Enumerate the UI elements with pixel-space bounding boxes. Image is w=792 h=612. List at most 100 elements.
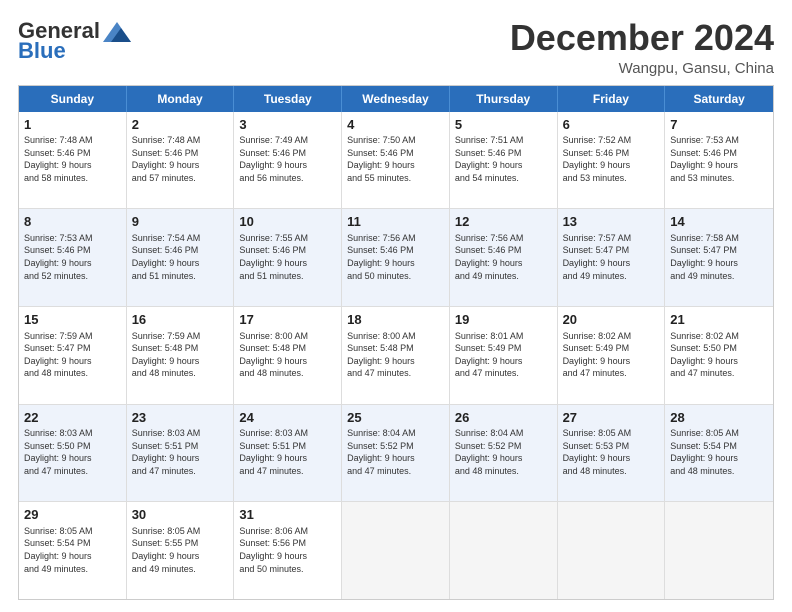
calendar-cell [342, 502, 450, 599]
cell-info: Sunrise: 8:03 AM Sunset: 5:51 PM Dayligh… [239, 427, 336, 477]
calendar-cell: 15Sunrise: 7:59 AM Sunset: 5:47 PM Dayli… [19, 307, 127, 404]
day-number: 10 [239, 213, 336, 231]
calendar-header: SundayMondayTuesdayWednesdayThursdayFrid… [19, 86, 773, 112]
location: Wangpu, Gansu, China [510, 60, 774, 77]
day-number: 26 [455, 409, 552, 427]
cell-info: Sunrise: 7:52 AM Sunset: 5:46 PM Dayligh… [563, 134, 660, 184]
calendar-cell: 30Sunrise: 8:05 AM Sunset: 5:55 PM Dayli… [127, 502, 235, 599]
calendar-cell: 10Sunrise: 7:55 AM Sunset: 5:46 PM Dayli… [234, 209, 342, 306]
logo-icon [103, 22, 131, 42]
cell-info: Sunrise: 8:06 AM Sunset: 5:56 PM Dayligh… [239, 525, 336, 575]
calendar-row: 22Sunrise: 8:03 AM Sunset: 5:50 PM Dayli… [19, 405, 773, 503]
calendar-cell: 5Sunrise: 7:51 AM Sunset: 5:46 PM Daylig… [450, 112, 558, 209]
calendar-cell: 28Sunrise: 8:05 AM Sunset: 5:54 PM Dayli… [665, 405, 773, 502]
cell-info: Sunrise: 7:55 AM Sunset: 5:46 PM Dayligh… [239, 232, 336, 282]
cell-info: Sunrise: 7:54 AM Sunset: 5:46 PM Dayligh… [132, 232, 229, 282]
day-number: 11 [347, 213, 444, 231]
logo: General Blue [18, 18, 131, 62]
calendar-cell: 11Sunrise: 7:56 AM Sunset: 5:46 PM Dayli… [342, 209, 450, 306]
calendar-body: 1Sunrise: 7:48 AM Sunset: 5:46 PM Daylig… [19, 112, 773, 599]
cell-info: Sunrise: 7:59 AM Sunset: 5:47 PM Dayligh… [24, 330, 121, 380]
cell-info: Sunrise: 8:02 AM Sunset: 5:49 PM Dayligh… [563, 330, 660, 380]
day-number: 2 [132, 116, 229, 134]
cell-info: Sunrise: 7:48 AM Sunset: 5:46 PM Dayligh… [132, 134, 229, 184]
day-number: 14 [670, 213, 768, 231]
calendar-cell: 12Sunrise: 7:56 AM Sunset: 5:46 PM Dayli… [450, 209, 558, 306]
cell-info: Sunrise: 7:49 AM Sunset: 5:46 PM Dayligh… [239, 134, 336, 184]
weekday-header: Sunday [19, 86, 127, 112]
calendar-cell: 2Sunrise: 7:48 AM Sunset: 5:46 PM Daylig… [127, 112, 235, 209]
calendar-page: General Blue December 2024 Wangpu, Gansu… [0, 0, 792, 612]
calendar-cell: 19Sunrise: 8:01 AM Sunset: 5:49 PM Dayli… [450, 307, 558, 404]
calendar-cell: 3Sunrise: 7:49 AM Sunset: 5:46 PM Daylig… [234, 112, 342, 209]
calendar-row: 29Sunrise: 8:05 AM Sunset: 5:54 PM Dayli… [19, 502, 773, 599]
cell-info: Sunrise: 8:03 AM Sunset: 5:51 PM Dayligh… [132, 427, 229, 477]
cell-info: Sunrise: 8:02 AM Sunset: 5:50 PM Dayligh… [670, 330, 768, 380]
calendar-cell: 21Sunrise: 8:02 AM Sunset: 5:50 PM Dayli… [665, 307, 773, 404]
weekday-header: Monday [127, 86, 235, 112]
cell-info: Sunrise: 8:05 AM Sunset: 5:55 PM Dayligh… [132, 525, 229, 575]
day-number: 7 [670, 116, 768, 134]
day-number: 27 [563, 409, 660, 427]
day-number: 1 [24, 116, 121, 134]
cell-info: Sunrise: 7:48 AM Sunset: 5:46 PM Dayligh… [24, 134, 121, 184]
cell-info: Sunrise: 8:04 AM Sunset: 5:52 PM Dayligh… [455, 427, 552, 477]
day-number: 28 [670, 409, 768, 427]
day-number: 20 [563, 311, 660, 329]
cell-info: Sunrise: 7:50 AM Sunset: 5:46 PM Dayligh… [347, 134, 444, 184]
calendar-cell: 24Sunrise: 8:03 AM Sunset: 5:51 PM Dayli… [234, 405, 342, 502]
cell-info: Sunrise: 7:56 AM Sunset: 5:46 PM Dayligh… [347, 232, 444, 282]
calendar-cell: 8Sunrise: 7:53 AM Sunset: 5:46 PM Daylig… [19, 209, 127, 306]
calendar-cell: 26Sunrise: 8:04 AM Sunset: 5:52 PM Dayli… [450, 405, 558, 502]
day-number: 29 [24, 506, 121, 524]
calendar-cell: 20Sunrise: 8:02 AM Sunset: 5:49 PM Dayli… [558, 307, 666, 404]
calendar-cell: 4Sunrise: 7:50 AM Sunset: 5:46 PM Daylig… [342, 112, 450, 209]
day-number: 12 [455, 213, 552, 231]
cell-info: Sunrise: 7:51 AM Sunset: 5:46 PM Dayligh… [455, 134, 552, 184]
day-number: 15 [24, 311, 121, 329]
calendar-cell [450, 502, 558, 599]
calendar-cell [558, 502, 666, 599]
cell-info: Sunrise: 7:57 AM Sunset: 5:47 PM Dayligh… [563, 232, 660, 282]
calendar-cell: 18Sunrise: 8:00 AM Sunset: 5:48 PM Dayli… [342, 307, 450, 404]
calendar: SundayMondayTuesdayWednesdayThursdayFrid… [18, 85, 774, 600]
cell-info: Sunrise: 7:58 AM Sunset: 5:47 PM Dayligh… [670, 232, 768, 282]
calendar-cell [665, 502, 773, 599]
day-number: 31 [239, 506, 336, 524]
day-number: 23 [132, 409, 229, 427]
cell-info: Sunrise: 7:56 AM Sunset: 5:46 PM Dayligh… [455, 232, 552, 282]
day-number: 9 [132, 213, 229, 231]
day-number: 17 [239, 311, 336, 329]
cell-info: Sunrise: 8:03 AM Sunset: 5:50 PM Dayligh… [24, 427, 121, 477]
calendar-cell: 1Sunrise: 7:48 AM Sunset: 5:46 PM Daylig… [19, 112, 127, 209]
day-number: 16 [132, 311, 229, 329]
day-number: 13 [563, 213, 660, 231]
calendar-row: 8Sunrise: 7:53 AM Sunset: 5:46 PM Daylig… [19, 209, 773, 307]
calendar-cell: 17Sunrise: 8:00 AM Sunset: 5:48 PM Dayli… [234, 307, 342, 404]
cell-info: Sunrise: 8:05 AM Sunset: 5:54 PM Dayligh… [24, 525, 121, 575]
day-number: 18 [347, 311, 444, 329]
month-title: December 2024 [510, 18, 774, 58]
calendar-cell: 9Sunrise: 7:54 AM Sunset: 5:46 PM Daylig… [127, 209, 235, 306]
calendar-cell: 16Sunrise: 7:59 AM Sunset: 5:48 PM Dayli… [127, 307, 235, 404]
calendar-row: 15Sunrise: 7:59 AM Sunset: 5:47 PM Dayli… [19, 307, 773, 405]
calendar-cell: 23Sunrise: 8:03 AM Sunset: 5:51 PM Dayli… [127, 405, 235, 502]
cell-info: Sunrise: 8:05 AM Sunset: 5:54 PM Dayligh… [670, 427, 768, 477]
day-number: 30 [132, 506, 229, 524]
day-number: 24 [239, 409, 336, 427]
cell-info: Sunrise: 8:00 AM Sunset: 5:48 PM Dayligh… [239, 330, 336, 380]
cell-info: Sunrise: 7:53 AM Sunset: 5:46 PM Dayligh… [670, 134, 768, 184]
day-number: 3 [239, 116, 336, 134]
day-number: 25 [347, 409, 444, 427]
calendar-cell: 25Sunrise: 8:04 AM Sunset: 5:52 PM Dayli… [342, 405, 450, 502]
logo-blue: Blue [18, 40, 66, 62]
day-number: 21 [670, 311, 768, 329]
cell-info: Sunrise: 7:59 AM Sunset: 5:48 PM Dayligh… [132, 330, 229, 380]
calendar-cell: 22Sunrise: 8:03 AM Sunset: 5:50 PM Dayli… [19, 405, 127, 502]
weekday-header: Thursday [450, 86, 558, 112]
day-number: 22 [24, 409, 121, 427]
day-number: 5 [455, 116, 552, 134]
weekday-header: Friday [558, 86, 666, 112]
cell-info: Sunrise: 8:01 AM Sunset: 5:49 PM Dayligh… [455, 330, 552, 380]
calendar-cell: 13Sunrise: 7:57 AM Sunset: 5:47 PM Dayli… [558, 209, 666, 306]
